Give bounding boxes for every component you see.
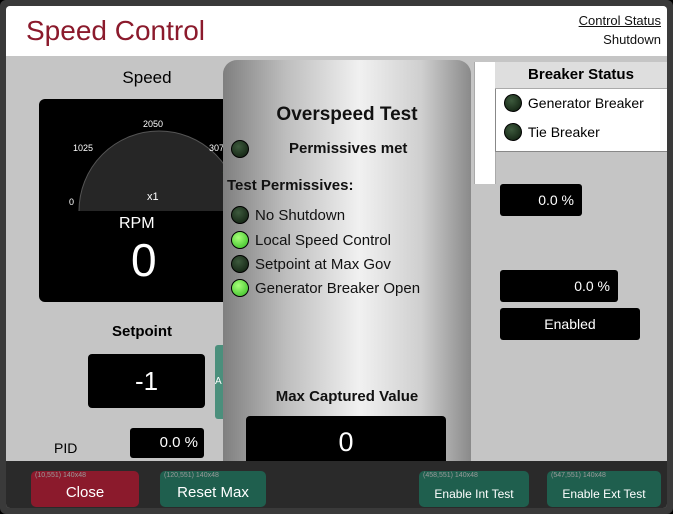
max-captured-label: Max Captured Value bbox=[275, 388, 419, 405]
permissive-label: Local Speed Control bbox=[255, 231, 391, 249]
page-title: Speed Control bbox=[26, 15, 206, 46]
gauge-tick: 0 bbox=[69, 197, 75, 207]
permissives-met-label: Permissives met bbox=[289, 140, 408, 157]
led-indicator-icon bbox=[231, 231, 249, 250]
enable-ext-test-label: Enable Ext Test bbox=[562, 487, 646, 501]
right-value-1: 0.0 % bbox=[500, 184, 582, 216]
button-coord: (458,551) 140x48 bbox=[423, 472, 478, 479]
pid-label: PID bbox=[54, 440, 78, 456]
enable-ext-test-button[interactable]: (547,551) 140x48 Enable Ext Test bbox=[547, 471, 661, 507]
button-coord: (120,551) 140x48 bbox=[164, 472, 219, 479]
led-indicator-icon bbox=[504, 94, 522, 113]
control-status-value: Shutdown bbox=[603, 32, 661, 47]
breaker-item-tie: Tie Breaker bbox=[504, 123, 600, 142]
enable-int-test-label: Enable Int Test bbox=[434, 487, 514, 501]
screen: Speed Control Control Status Shutdown Sp… bbox=[6, 6, 667, 508]
reset-max-button[interactable]: (120,551) 140x48 Reset Max bbox=[160, 471, 266, 507]
title-bar: Speed Control Control Status Shutdown bbox=[6, 6, 667, 56]
breaker-item-generator: Generator Breaker bbox=[504, 94, 644, 113]
reset-max-button-label: Reset Max bbox=[177, 484, 249, 501]
permissive-no-shutdown: No Shutdown bbox=[231, 206, 346, 225]
led-indicator-icon bbox=[504, 123, 522, 142]
setpoint-value[interactable]: -1 bbox=[88, 354, 205, 408]
test-permissives-label: Test Permissives: bbox=[227, 177, 354, 194]
control-status-link[interactable]: Control Status bbox=[579, 13, 661, 28]
enable-int-test-button[interactable]: (458,551) 140x48 Enable Int Test bbox=[419, 471, 529, 507]
breaker-item-label: Generator Breaker bbox=[527, 95, 644, 112]
rpm-label: RPM bbox=[119, 215, 155, 232]
speed-header: Speed bbox=[122, 68, 172, 87]
enabled-status: Enabled bbox=[500, 308, 640, 340]
pid-value: 0.0 % bbox=[130, 428, 204, 458]
led-indicator-icon bbox=[231, 206, 249, 225]
button-coord: (10,551) 140x48 bbox=[35, 472, 86, 479]
button-bar: (10,551) 140x48 Close (120,551) 140x48 R… bbox=[6, 461, 667, 508]
window-frame: Speed Control Control Status Shutdown Sp… bbox=[0, 0, 673, 514]
gauge-tick: 2050 bbox=[143, 119, 164, 129]
right-value-2: 0.0 % bbox=[500, 270, 618, 302]
breaker-item-label: Tie Breaker bbox=[527, 124, 600, 141]
close-button-label: Close bbox=[65, 484, 105, 501]
permissive-label: Generator Breaker Open bbox=[255, 279, 421, 297]
permissive-local-speed-control: Local Speed Control bbox=[231, 231, 391, 250]
led-indicator-icon bbox=[231, 255, 249, 274]
gauge-tick: 1025 bbox=[73, 143, 94, 153]
gauge-multiplier: x1 bbox=[147, 191, 159, 203]
led-indicator-icon bbox=[231, 140, 249, 159]
led-indicator-icon bbox=[231, 279, 249, 298]
permissive-label: Setpoint at Max Gov bbox=[255, 255, 391, 273]
popup-title: Overspeed Test bbox=[276, 104, 418, 125]
permissive-setpoint-max-gov: Setpoint at Max Gov bbox=[231, 255, 391, 274]
rpm-value: 0 bbox=[131, 234, 157, 286]
button-coord: (547,551) 140x48 bbox=[551, 472, 606, 479]
setpoint-label: Setpoint bbox=[112, 323, 172, 340]
close-button[interactable]: (10,551) 140x48 Close bbox=[31, 471, 139, 507]
breaker-strip bbox=[474, 62, 496, 184]
breaker-status-header: Breaker Status bbox=[495, 62, 667, 89]
side-button-label: A bbox=[215, 376, 222, 387]
permissive-generator-breaker-open: Generator Breaker Open bbox=[231, 279, 421, 298]
permissives-met-row: Permissives met bbox=[231, 140, 407, 159]
permissive-label: No Shutdown bbox=[255, 206, 346, 224]
overspeed-test-popup: Overspeed Test Permissives met Test Perm… bbox=[223, 60, 471, 508]
